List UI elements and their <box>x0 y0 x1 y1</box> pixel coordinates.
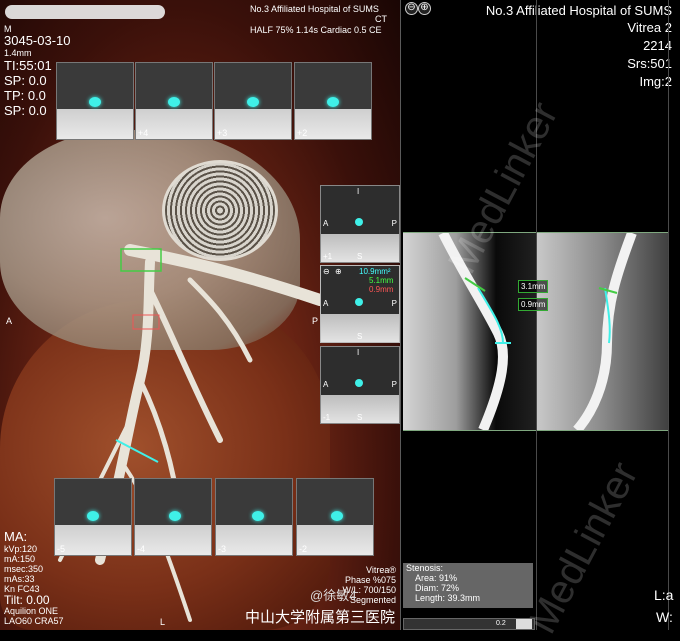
orient-A: A <box>323 219 329 228</box>
vendor-label: Vitrea 2 <box>627 20 672 35</box>
slice-thickness: 1.4mm <box>4 48 32 58</box>
cross-section-thumb-bottom-0[interactable]: -5 <box>54 478 132 556</box>
stenosis-area: Area: 91% <box>415 573 458 583</box>
redacted-patient-name <box>5 5 165 19</box>
orient-S: S <box>357 252 363 261</box>
cross-section-thumb-bottom-1[interactable]: -4 <box>134 478 212 556</box>
hospital-name-right: No.3 Affiliated Hospital of SUMS <box>485 3 672 18</box>
orient-S: S <box>357 413 363 422</box>
cross-section-thumb-top-1[interactable]: +4 <box>135 62 213 140</box>
vertical-thumb-bottom[interactable]: I A P S -1 <box>320 346 400 424</box>
acq-msec: msec:350 <box>4 564 44 574</box>
series-id: 2214 <box>643 38 672 53</box>
stenosis-length: Length: 39.3mm <box>415 593 481 603</box>
zoom-in-icon[interactable]: ⊕ <box>335 267 342 276</box>
series-number: Srs:501 <box>627 56 672 71</box>
area-measure: 10.9mm² <box>359 267 391 276</box>
acquisition-overlay: MA: kVp:120 mA:150 msec:350 mAs:33 Kn FC… <box>4 529 64 627</box>
thumb-label: -2 <box>299 544 308 554</box>
vitrea-name: Vitrea® <box>366 565 396 575</box>
orient-label-right-P: P <box>312 316 319 326</box>
projection-angle: LAO60 CRA57 <box>4 616 64 626</box>
orient-A: A <box>323 299 329 308</box>
overlay-line-4: TP: 0.0 <box>4 88 46 103</box>
scanner-model: Aquilion ONE <box>4 606 59 616</box>
orient-P: P <box>391 380 397 389</box>
hospital-chinese-watermark: 中山大学附属第三医院 <box>245 608 396 626</box>
recon-params: HALF 75% 1.14s Cardiac 0.5 CE <box>250 25 382 35</box>
cpr-measure-1: 3.1mm <box>518 280 549 293</box>
acq-mode: MA: <box>4 529 28 544</box>
zoom-out-icon[interactable]: ⊖ <box>405 2 418 15</box>
window-level-label: L:a <box>654 587 674 603</box>
window-width-label: W: <box>656 609 673 625</box>
zoom-out-icon[interactable]: ⊖ <box>323 267 330 276</box>
cpr-header-overlay: No.3 Affiliated Hospital of SUMS Vitrea … <box>486 3 672 91</box>
stenosis-diam: Diam: 72% <box>415 583 460 593</box>
stenosis-report: Stenosis: Area: 91% Diam: 72% Length: 39… <box>403 563 533 608</box>
author-watermark: @徐敏4 <box>310 588 357 603</box>
modality-label: CT <box>375 14 387 24</box>
overlay-line-5: SP: 0.0 <box>4 103 47 118</box>
panel-edge <box>668 0 669 630</box>
thumb-label: -3 <box>218 544 227 554</box>
orient-I: I <box>357 348 360 357</box>
cross-section-thumb-bottom-3[interactable]: -2 <box>296 478 374 556</box>
thumb-index: -1 <box>323 413 331 422</box>
diameter-measure-2: 0.9mm <box>369 285 394 294</box>
study-date: 3045-03-10 <box>4 33 71 48</box>
hospital-name-left: No.3 Affiliated Hospital of SUMS <box>250 4 379 14</box>
vertical-thumb-top[interactable]: I A P S +1 <box>320 185 400 263</box>
acq-kvp: kVp:120 <box>4 544 38 554</box>
cross-section-thumb-top-2[interactable]: +3 <box>214 62 292 140</box>
orient-P: P <box>391 219 397 228</box>
orient-A: A <box>323 380 329 389</box>
slider-thumb[interactable] <box>516 619 532 629</box>
overlay-line-2: TI:55:01 <box>4 58 52 73</box>
diameter-measure-1: 5.1mm <box>369 276 394 285</box>
zoom-in-icon[interactable]: ⊕ <box>418 2 431 15</box>
orient-label-bottom: L <box>160 617 166 627</box>
thumb-label: +2 <box>297 128 308 138</box>
orient-label-left-A: A <box>6 316 13 326</box>
stenosis-title: Stenosis: <box>406 563 444 573</box>
window-slider[interactable]: 0.2 <box>403 618 535 630</box>
image-number: Img:2 <box>639 74 672 89</box>
cpr-measure-2: 0.9mm <box>518 298 549 311</box>
vitrea-phase: Phase %075 <box>344 575 396 585</box>
slider-value: 0.2 <box>496 620 506 627</box>
cpr-vessel-right <box>573 233 637 430</box>
thumb-label: +3 <box>217 128 228 138</box>
cpr-view-right[interactable] <box>537 233 668 430</box>
acq-ma: mA:150 <box>4 554 36 564</box>
cross-section-thumb-bottom-2[interactable]: -3 <box>215 478 293 556</box>
acq-tilt: Tilt: 0.00 <box>4 593 50 607</box>
orient-I: I <box>357 187 360 196</box>
orient-S: S <box>357 332 363 341</box>
patient-overlay: M 3045-03-10 1.4mm TI:55:01 SP: 0.0 TP: … <box>4 24 71 118</box>
thumb-label: -4 <box>137 544 146 554</box>
orient-P: P <box>391 299 397 308</box>
acq-mas: mAs:33 <box>4 574 35 584</box>
overlay-line-3: SP: 0.0 <box>4 73 47 88</box>
thumb-label: +4 <box>138 128 149 138</box>
cross-section-thumb-top-3[interactable]: +2 <box>294 62 372 140</box>
vertical-thumb-middle[interactable]: ⊖ ⊕ 10.9mm² 5.1mm 0.9mm A P S <box>320 265 400 343</box>
thumb-index: +1 <box>323 252 333 261</box>
